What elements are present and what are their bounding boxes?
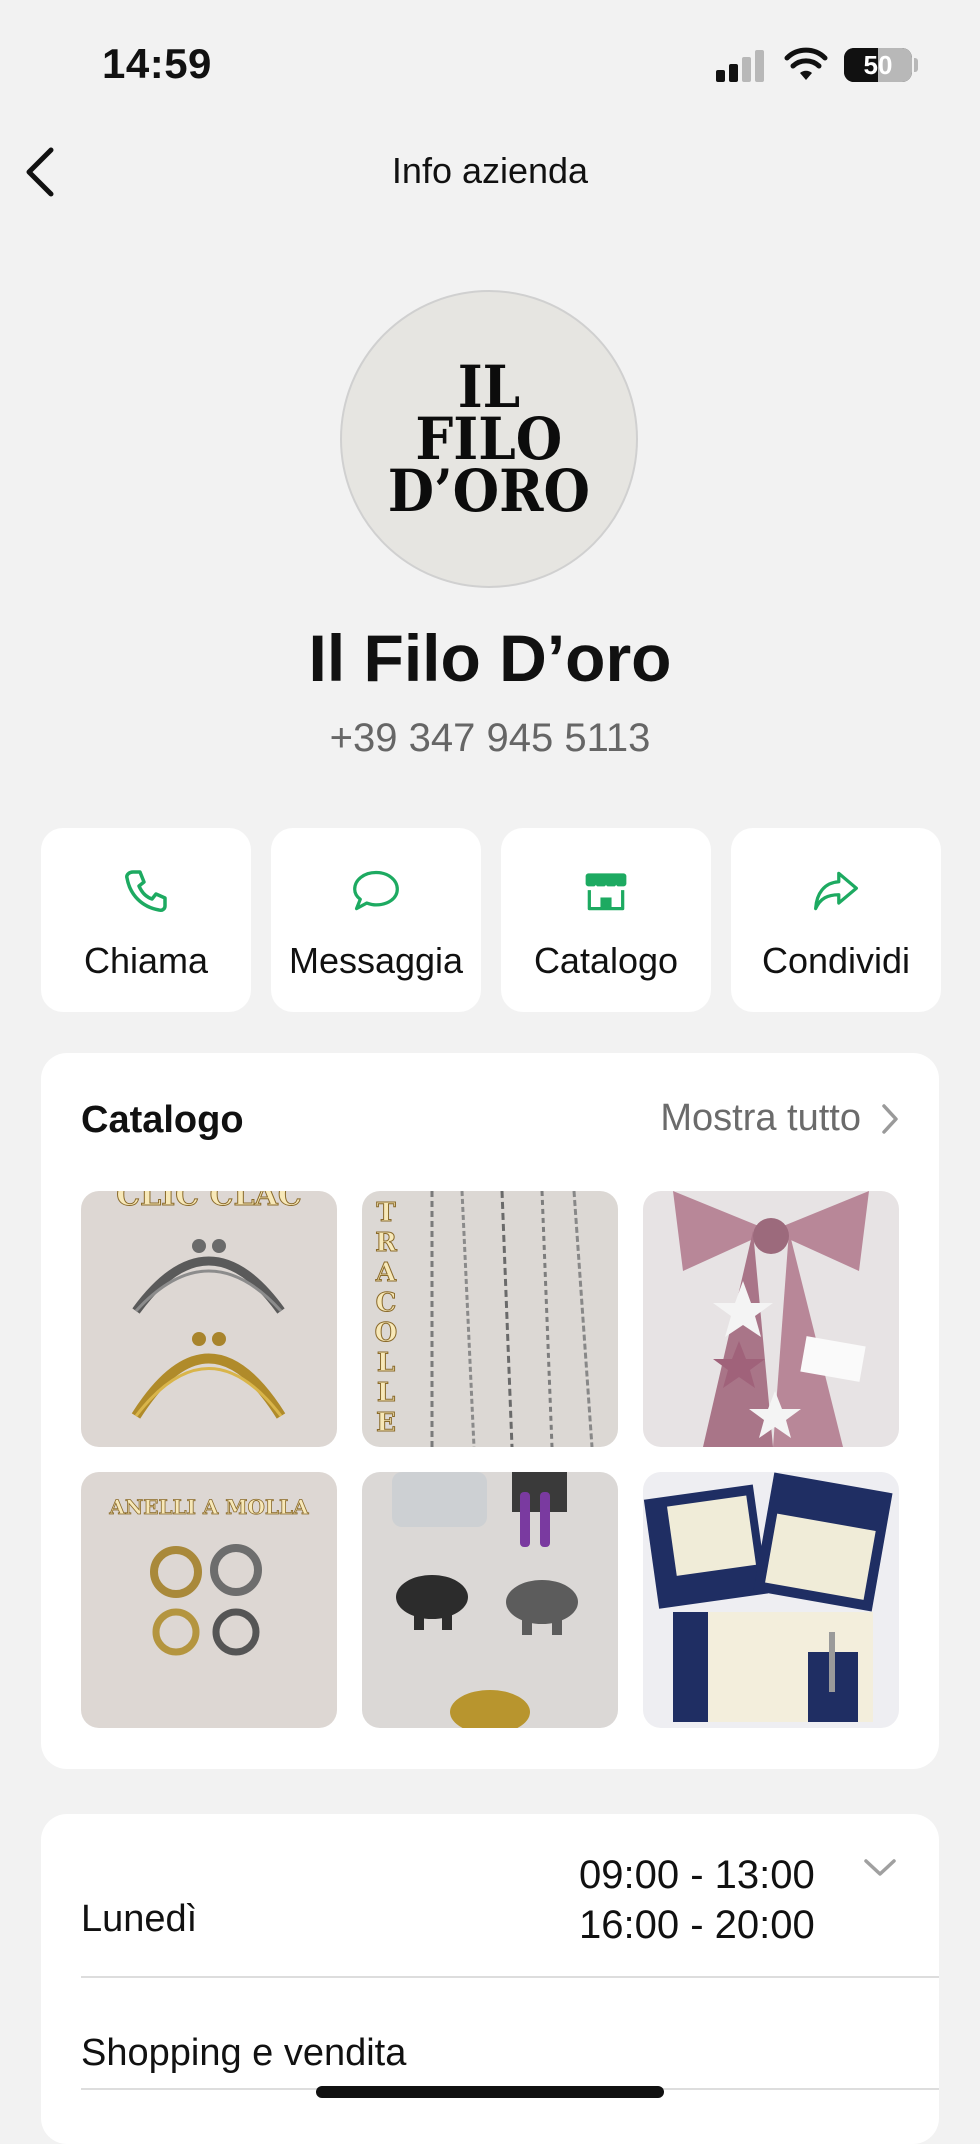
chevron-down-icon[interactable] xyxy=(863,1858,897,1878)
catalog-item-bow[interactable] xyxy=(643,1191,899,1447)
hours-slots: 09:00 - 13:00 16:00 - 20:00 xyxy=(579,1850,815,1950)
cellular-signal-icon xyxy=(716,50,766,82)
phone-icon xyxy=(121,866,171,916)
catalog-label: Catalogo xyxy=(533,940,679,981)
catalog-item-tracolle[interactable]: T R A C O L L E xyxy=(362,1191,618,1447)
chevron-right-icon xyxy=(882,1103,898,1134)
call-label: Chiama xyxy=(83,940,209,981)
tile-overlay-text: CLIC CLAC xyxy=(116,1191,301,1213)
tile-overlay-text: T R A C O L L E xyxy=(374,1198,398,1439)
tile-overlay-text: ANELLI A MOLLA xyxy=(108,1495,309,1519)
hours-slot: 16:00 - 20:00 xyxy=(579,1903,815,1947)
catalog-item-clic-clac[interactable]: CLIC CLAC xyxy=(81,1191,337,1447)
share-button[interactable]: Condividi xyxy=(731,828,941,1012)
wifi-icon xyxy=(784,47,828,80)
svg-text:L: L xyxy=(377,1348,395,1378)
catalog-item-anelli-a-molla[interactable]: ANELLI A MOLLA xyxy=(81,1472,337,1728)
battery-level: 50 xyxy=(863,50,893,80)
business-category: Shopping e vendita xyxy=(81,2032,407,2074)
status-time: 14:59 xyxy=(102,40,212,87)
catalog-button[interactable]: Catalogo xyxy=(501,828,711,1012)
tracolle-letter: T xyxy=(376,1198,396,1228)
catalog-title: Catalogo xyxy=(81,1099,244,1141)
catalog-item-clasps[interactable] xyxy=(362,1472,618,1728)
home-indicator xyxy=(316,2086,664,2098)
hours-slot: 09:00 - 13:00 xyxy=(579,1853,815,1897)
hours-day: Lunedì xyxy=(81,1898,198,1940)
svg-text:L: L xyxy=(377,1378,395,1408)
page-title: Info azienda xyxy=(391,150,589,191)
message-button[interactable]: Messaggia xyxy=(271,828,481,1012)
svg-text:O: O xyxy=(375,1318,398,1348)
store-icon xyxy=(581,866,631,916)
svg-text:A: A xyxy=(375,1258,397,1288)
share-arrow-icon xyxy=(811,866,861,916)
svg-text:E: E xyxy=(376,1408,396,1438)
business-phone[interactable]: +39 347 945 5113 xyxy=(0,716,980,761)
share-label: Condividi xyxy=(761,940,911,981)
business-name: Il Filo D’oro xyxy=(308,621,672,695)
catalog-section: Catalogo Mostra tutto CLIC CLAC T R A C … xyxy=(41,1053,939,1769)
call-button[interactable]: Chiama xyxy=(41,828,251,1012)
show-all-link[interactable]: Mostra tutto xyxy=(660,1097,899,1140)
battery-icon: 50 xyxy=(844,48,912,82)
status-bar: 14:59 50 xyxy=(0,0,980,120)
logo-line: D’ORO xyxy=(387,457,591,526)
svg-text:R: R xyxy=(375,1228,397,1258)
divider xyxy=(81,1976,939,1978)
chat-bubble-icon xyxy=(351,866,401,916)
svg-text:C: C xyxy=(376,1288,397,1318)
show-all-label: Mostra tutto xyxy=(660,1097,861,1139)
business-avatar[interactable]: IL FILO D’ORO xyxy=(340,290,638,588)
battery-cap xyxy=(914,58,918,72)
message-label: Messaggia xyxy=(288,940,464,981)
catalog-item-fabric-bags[interactable] xyxy=(643,1472,899,1728)
